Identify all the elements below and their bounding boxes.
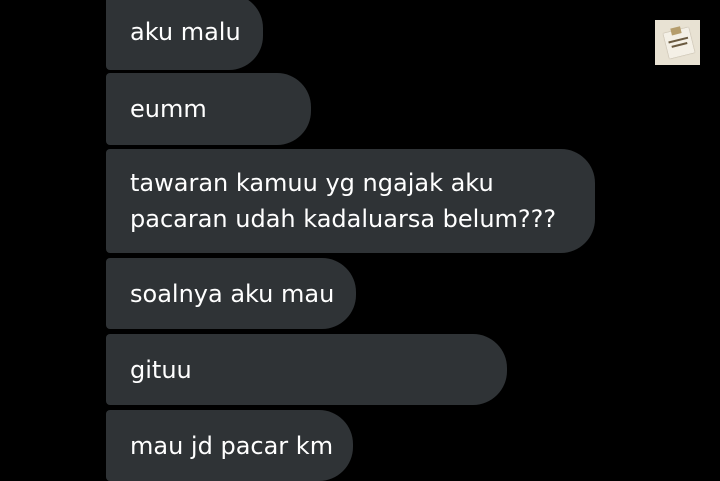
message-bubble[interactable]: soalnya aku mau	[106, 258, 356, 329]
chat-thread: aku malu eumm tawaran kamuu yg ngajak ak…	[0, 0, 720, 481]
tape-graphic	[670, 26, 682, 36]
message-bubble[interactable]: eumm	[106, 73, 311, 145]
message-text: gituu	[130, 355, 192, 384]
card-scribble	[671, 42, 688, 48]
message-text: eumm	[130, 95, 207, 123]
message-bubble[interactable]: tawaran kamuu yg ngajak aku pacaran udah…	[106, 149, 595, 253]
message-text: soalnya aku mau	[130, 279, 335, 308]
message-bubble[interactable]: gituu	[106, 334, 507, 405]
profile-picture-icon[interactable]	[655, 20, 700, 65]
message-text-line: tawaran kamuu yg ngajak aku	[130, 169, 494, 197]
message-text-line: pacaran udah kadaluarsa belum???	[130, 205, 557, 233]
message-bubble[interactable]: aku malu	[106, 0, 263, 70]
message-bubble[interactable]: mau jd pacar km	[106, 410, 353, 481]
message-text: aku malu	[130, 18, 241, 46]
message-text: mau jd pacar km	[130, 431, 334, 460]
card-graphic	[663, 26, 695, 59]
